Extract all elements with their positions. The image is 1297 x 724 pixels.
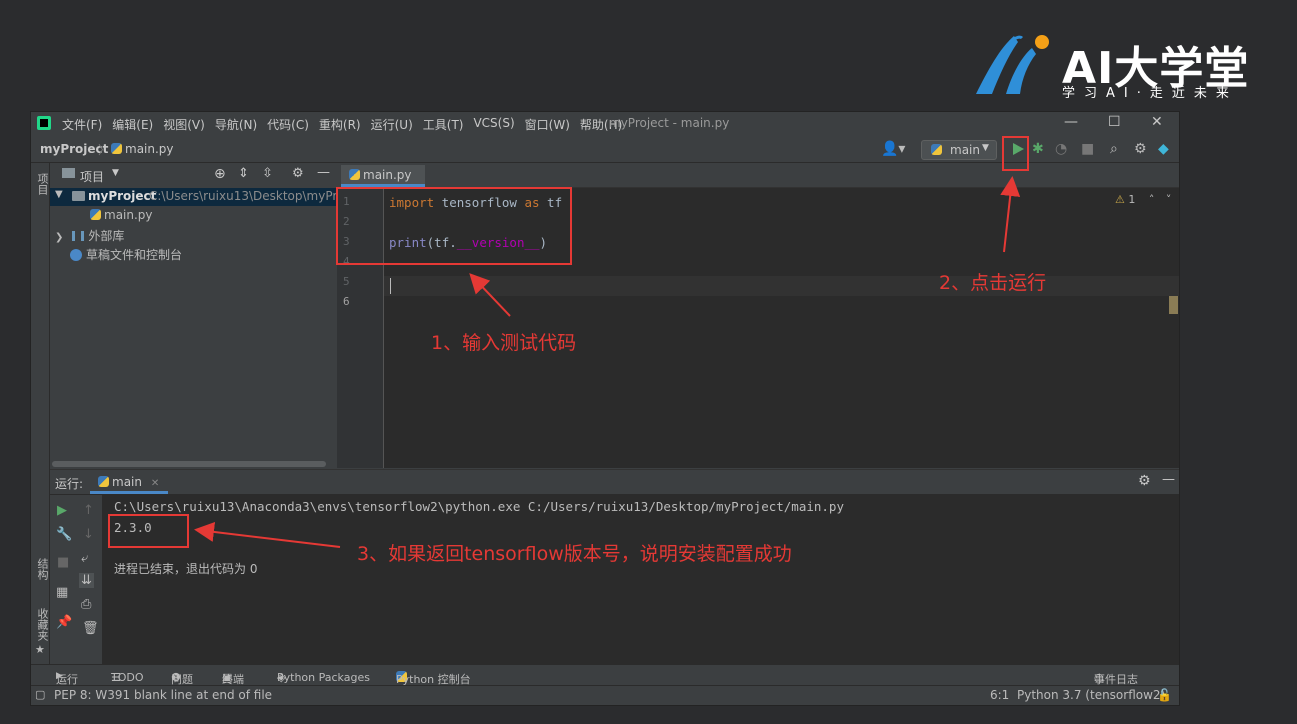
annotation-arrows xyxy=(194,176,1021,548)
annotation-step-1: 1、输入测试代码 xyxy=(431,332,577,354)
arrow-to-code xyxy=(469,273,511,317)
arrow-to-output xyxy=(194,521,341,548)
annotation-step-2: 2、点击运行 xyxy=(939,272,1047,294)
arrow-to-run-button xyxy=(1000,176,1021,253)
annotation-step-3: 3、如果返回tensorflow版本号，说明安装配置成功 xyxy=(357,543,792,565)
